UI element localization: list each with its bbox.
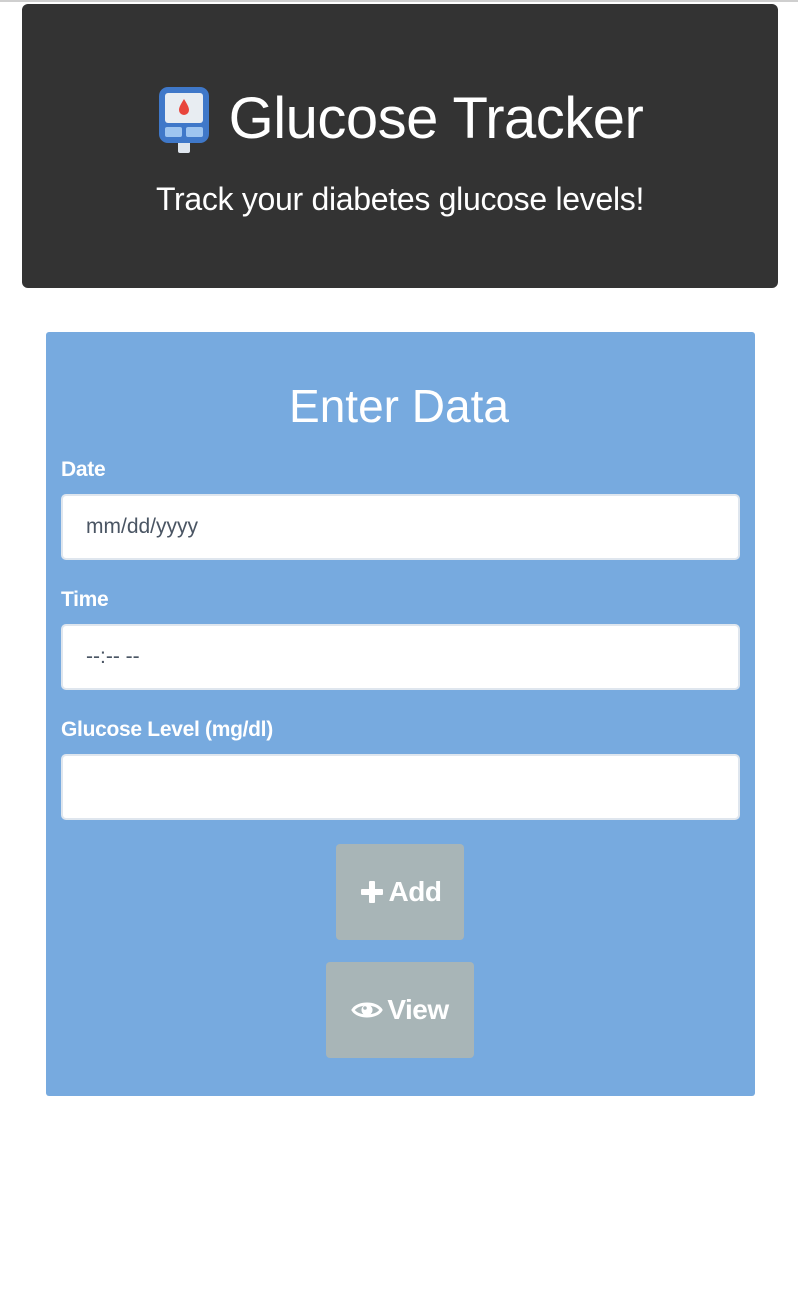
top-border [0, 0, 798, 2]
add-button[interactable]: Add [336, 844, 464, 940]
view-button[interactable]: View [326, 962, 474, 1058]
time-input[interactable] [61, 624, 740, 690]
page-subtitle: Track your diabetes glucose levels! [155, 181, 645, 217]
date-label: Date [61, 458, 106, 481]
add-button-label: Add [388, 876, 442, 907]
page-header: Glucose Tracker Track your diabetes gluc… [22, 4, 778, 288]
glucose-level-label: Glucose Level (mg/dl) [61, 718, 273, 741]
time-label: Time [61, 588, 109, 611]
date-input[interactable] [61, 494, 740, 560]
eye-icon [351, 997, 384, 1023]
page-title: Glucose Tracker [228, 86, 644, 151]
glucose-meter-icon [157, 85, 211, 153]
panel-title: Enter Data [289, 380, 509, 432]
view-button-label: View [387, 994, 449, 1025]
title-row: Glucose Tracker [22, 82, 778, 156]
glucose-level-input[interactable] [61, 754, 740, 820]
plus-icon [359, 879, 385, 905]
